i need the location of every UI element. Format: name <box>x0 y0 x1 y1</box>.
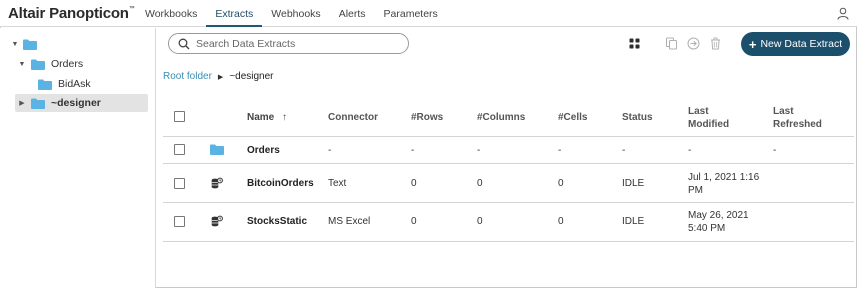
row-connector: MS Excel <box>328 216 371 227</box>
row-cells: - <box>558 145 562 156</box>
row-last-modified: Jul 1, 2021 1:16 PM <box>688 171 759 197</box>
row-checkbox[interactable] <box>174 216 185 227</box>
new-data-extract-label: New Data Extract <box>760 38 843 50</box>
breadcrumb-current: ~designer <box>229 71 274 82</box>
tab-parameters[interactable]: Parameters <box>375 0 447 27</box>
database-icon <box>211 215 223 227</box>
row-last-modified-line1: May 26, 2021 <box>688 210 749 221</box>
folder-icon <box>31 59 45 70</box>
row-last-refreshed: - <box>773 145 777 156</box>
row-checkbox[interactable] <box>174 144 185 155</box>
table-row[interactable]: BitcoinOrders Text 0 0 0 IDLE Jul 1, 202… <box>163 164 854 203</box>
database-icon <box>211 177 223 189</box>
row-rows: 0 <box>411 178 417 189</box>
row-name[interactable]: Orders <box>247 145 280 156</box>
caret-down-icon[interactable]: ▼ <box>10 39 20 49</box>
row-rows: 0 <box>411 216 417 227</box>
main-nav: Workbooks Extracts Webhooks Alerts Param… <box>136 0 447 27</box>
user-icon[interactable] <box>837 7 849 20</box>
tree-item-root[interactable]: ▼ <box>10 35 43 53</box>
row-status: - <box>622 145 626 156</box>
table-header: Name ↑ Connector #Rows #Columns #Cells S… <box>163 100 854 137</box>
row-last-modified: - <box>688 145 692 156</box>
column-header-connector[interactable]: Connector <box>328 111 378 124</box>
search-icon <box>178 38 190 50</box>
tab-extracts[interactable]: Extracts <box>206 0 263 27</box>
folder-icon <box>38 79 52 90</box>
row-columns: 0 <box>477 216 483 227</box>
column-header-last-refreshed[interactable]: Last Refreshed <box>773 105 822 131</box>
select-all-checkbox[interactable] <box>174 111 185 122</box>
row-connector: - <box>328 145 332 156</box>
tree-item-label: ~designer <box>51 97 101 109</box>
brand-logo[interactable]: Altair Panopticon™ <box>8 5 135 22</box>
row-connector: Text <box>328 178 347 189</box>
move-icon[interactable] <box>687 37 700 50</box>
row-name[interactable]: StocksStatic <box>247 216 307 227</box>
column-header-status[interactable]: Status <box>622 111 653 124</box>
tree-item-label: BidAsk <box>58 78 91 90</box>
caret-right-icon[interactable]: ▶ <box>17 98 27 108</box>
trash-icon[interactable] <box>709 37 722 50</box>
tab-webhooks[interactable]: Webhooks <box>262 0 329 27</box>
column-header-last-refreshed-line2: Refreshed <box>773 119 822 130</box>
sort-ascending-icon[interactable]: ↑ <box>282 112 287 123</box>
tab-workbooks[interactable]: Workbooks <box>136 0 206 27</box>
row-columns: 0 <box>477 178 483 189</box>
top-bar: Altair Panopticon™ Workbooks Extracts We… <box>0 0 857 27</box>
folder-icon <box>210 144 224 155</box>
column-header-last-refreshed-line1: Last <box>773 106 794 117</box>
breadcrumb-root-link[interactable]: Root folder <box>163 71 212 82</box>
column-header-rows[interactable]: #Rows <box>411 111 443 124</box>
row-status: IDLE <box>622 178 645 189</box>
row-columns: - <box>477 145 481 156</box>
row-cells: 0 <box>558 216 564 227</box>
row-cells: 0 <box>558 178 564 189</box>
tree-item-designer[interactable]: ▶ ~designer <box>15 94 148 112</box>
row-rows: - <box>411 145 415 156</box>
grid-view-icon[interactable] <box>628 37 641 50</box>
column-header-last-modified[interactable]: Last Modified <box>688 105 729 131</box>
column-header-last-modified-line2: Modified <box>688 119 730 130</box>
table-row[interactable]: Orders - - - - - - - <box>163 137 854 164</box>
new-data-extract-button[interactable]: + New Data Extract <box>741 32 850 56</box>
search-input[interactable] <box>196 36 401 51</box>
search-box[interactable] <box>168 33 409 54</box>
breadcrumb: Root folder ▶ ~designer <box>163 71 274 82</box>
column-header-name-label: Name <box>247 112 275 123</box>
folder-tree-sidebar: ▼ ▼ Orders BidAsk ▶ ~designer <box>0 28 156 288</box>
tree-item-bidask[interactable]: BidAsk <box>38 75 91 93</box>
plus-icon: + <box>748 36 757 52</box>
caret-down-icon[interactable]: ▼ <box>17 59 27 69</box>
table-row[interactable]: StocksStatic MS Excel 0 0 0 IDLE May 26,… <box>163 203 854 242</box>
folder-icon <box>23 39 37 50</box>
tree-item-label: Orders <box>51 58 84 70</box>
row-last-modified-line1: Jul 1, 2021 1:16 <box>688 172 760 183</box>
folder-icon <box>31 98 45 109</box>
column-header-cells[interactable]: #Cells <box>558 111 587 124</box>
copy-icon[interactable] <box>665 37 678 50</box>
row-status: IDLE <box>622 216 645 227</box>
column-header-last-modified-line1: Last <box>688 106 709 117</box>
tab-alerts[interactable]: Alerts <box>330 0 375 27</box>
row-checkbox[interactable] <box>174 178 185 189</box>
row-last-modified: May 26, 2021 5:40 PM <box>688 209 749 235</box>
row-last-modified-line2: PM <box>688 185 703 196</box>
row-last-modified-line2: 5:40 PM <box>688 223 726 234</box>
chevron-right-icon: ▶ <box>217 73 224 81</box>
column-header-name[interactable]: Name ↑ <box>247 111 287 124</box>
column-header-columns[interactable]: #Columns <box>477 111 525 124</box>
tree-item-orders[interactable]: ▼ Orders <box>17 55 84 73</box>
row-name[interactable]: BitcoinOrders <box>247 178 314 189</box>
